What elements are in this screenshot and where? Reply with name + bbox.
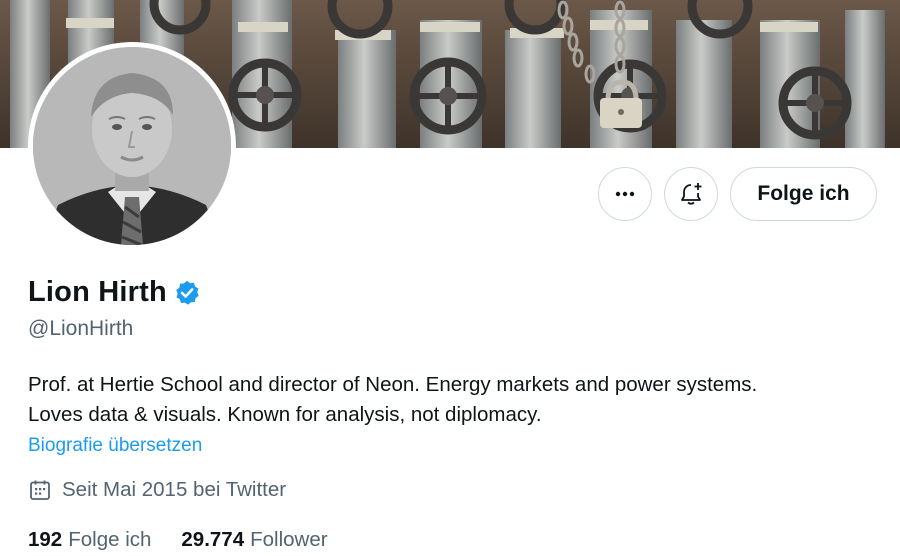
translate-bio-link[interactable]: Biografie übersetzen <box>28 435 202 457</box>
profile-stats: 192 Folge ich 29.774 Follower <box>28 528 358 552</box>
following-button[interactable]: Folge ich <box>730 167 877 221</box>
joined-date: Seit Mai 2015 bei Twitter <box>28 478 286 502</box>
verified-badge-icon[interactable] <box>173 279 201 307</box>
calendar-icon <box>30 480 50 500</box>
bio-line: Prof. at Hertie School and director of N… <box>28 373 758 396</box>
joined-text: Seit Mai 2015 bei Twitter <box>62 478 287 501</box>
profile-name-row: Lion Hirth <box>28 276 201 309</box>
followers-label: Follower <box>250 528 328 551</box>
following-count-link[interactable]: 192 Folge ich <box>28 528 151 552</box>
notifications-button[interactable] <box>664 167 718 221</box>
more-options-button[interactable] <box>598 167 652 221</box>
more-dots-icon <box>615 191 635 197</box>
bell-plus-icon <box>681 183 702 205</box>
following-count: 192 <box>28 528 63 551</box>
avatar[interactable] <box>28 42 236 250</box>
bio-line: Loves data & visuals. Known for analysis… <box>28 403 542 426</box>
followers-count: 29.774 <box>181 528 245 551</box>
profile-name: Lion Hirth <box>28 276 167 308</box>
profile-handle: @LionHirth <box>28 317 134 340</box>
followers-count-link[interactable]: 29.774 Follower <box>181 528 327 552</box>
profile-bio: Prof. at Hertie School and director of N… <box>28 370 888 430</box>
avatar-photo <box>33 47 231 245</box>
following-label: Folge ich <box>68 528 152 551</box>
